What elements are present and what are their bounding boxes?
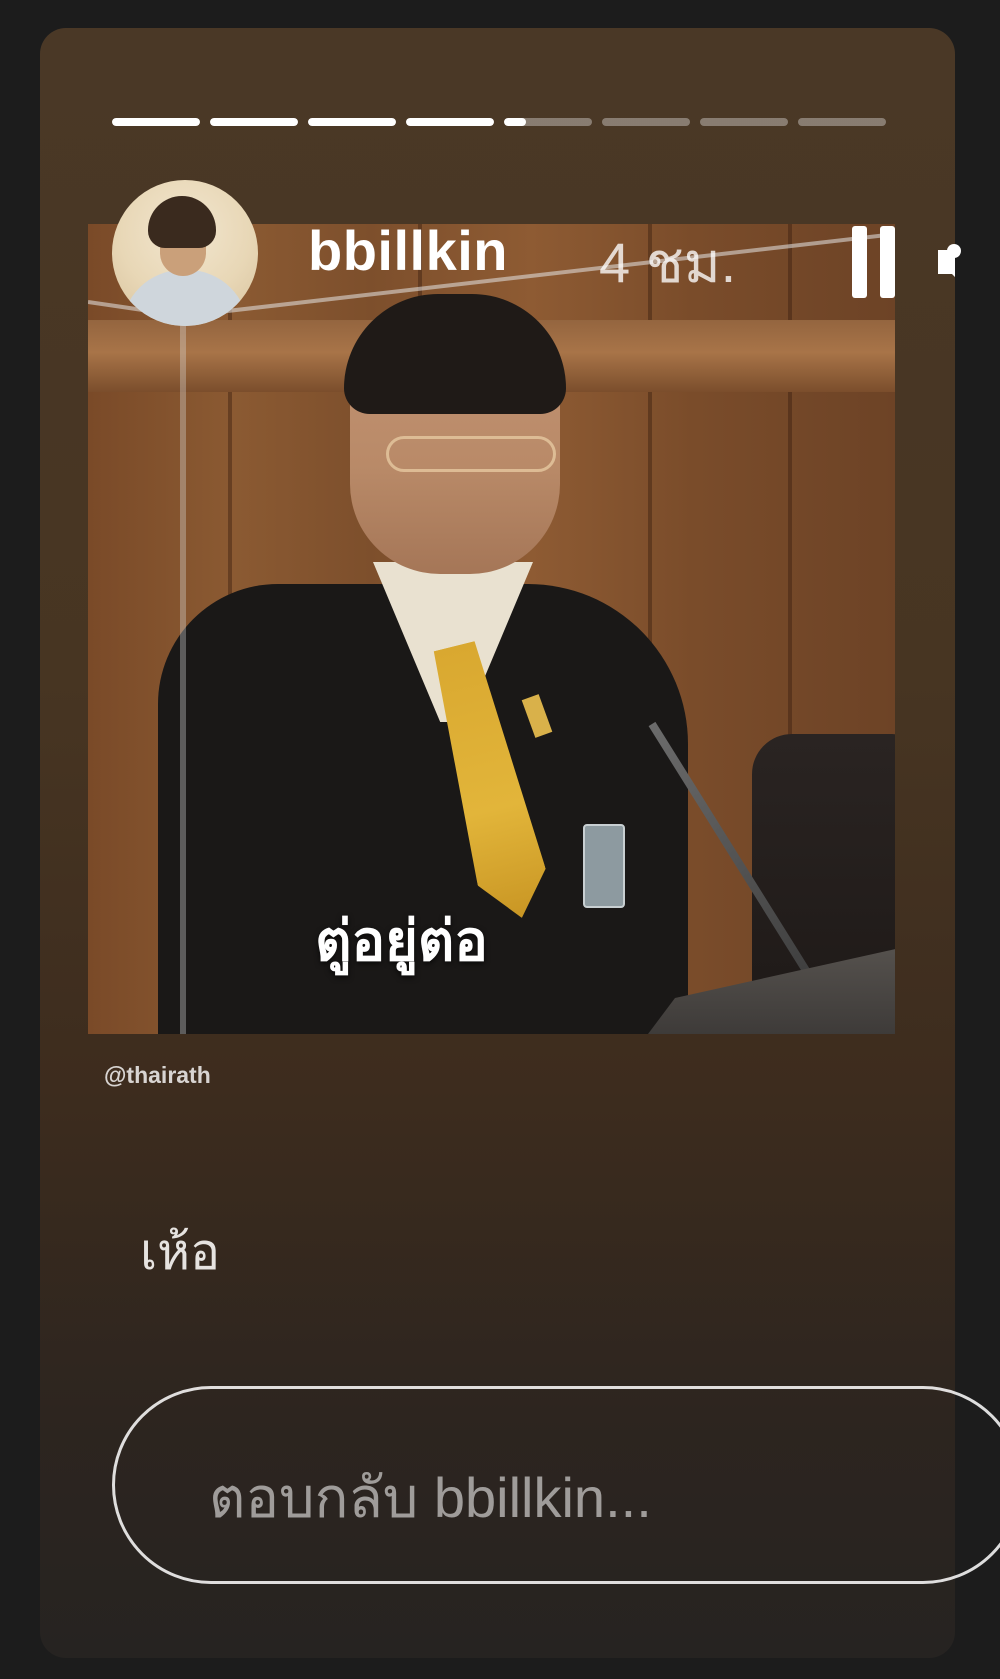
progress-segment bbox=[210, 118, 298, 126]
progress-segment-fill bbox=[308, 118, 396, 126]
progress-segment-fill bbox=[406, 118, 494, 126]
story-username[interactable]: bbillkin bbox=[308, 218, 508, 283]
image-source-tag: @thairath bbox=[104, 1062, 211, 1088]
story-header: bbillkin 4 ชม. bbox=[112, 180, 955, 330]
story-text: เห้อ bbox=[140, 1223, 221, 1281]
pause-bar bbox=[852, 226, 867, 298]
speaker-muted-icon[interactable] bbox=[934, 224, 955, 300]
reply-input[interactable]: ตอบกลับ bbillkin... bbox=[112, 1386, 1000, 1584]
avatar-hair bbox=[148, 196, 216, 248]
progress-segment-fill bbox=[504, 118, 526, 126]
avatar-shirt bbox=[122, 270, 248, 326]
reply-placeholder: ตอบกลับ bbillkin... bbox=[209, 1466, 652, 1529]
story-progress-bar bbox=[112, 118, 886, 126]
progress-segment bbox=[602, 118, 690, 126]
pause-icon[interactable] bbox=[850, 226, 900, 298]
progress-segment bbox=[112, 118, 200, 126]
progress-segment bbox=[700, 118, 788, 126]
progress-segment bbox=[308, 118, 396, 126]
progress-segment-fill bbox=[112, 118, 200, 126]
progress-segment bbox=[406, 118, 494, 126]
story-viewer: ตู่อยู่ต่อ bbillkin 4 ชม. @thairath เห้อ bbox=[0, 0, 1000, 1679]
image-caption: ตู่อยู่ต่อ bbox=[315, 909, 488, 974]
progress-segment-fill bbox=[210, 118, 298, 126]
story-image: ตู่อยู่ต่อ bbox=[88, 224, 895, 1034]
story-timestamp: 4 ชม. bbox=[599, 231, 737, 294]
more-dots-icon[interactable] bbox=[947, 244, 961, 258]
glasses bbox=[386, 436, 556, 472]
pause-bar bbox=[880, 226, 895, 298]
avatar[interactable] bbox=[112, 180, 258, 326]
progress-segment bbox=[798, 118, 886, 126]
progress-segment bbox=[504, 118, 592, 126]
